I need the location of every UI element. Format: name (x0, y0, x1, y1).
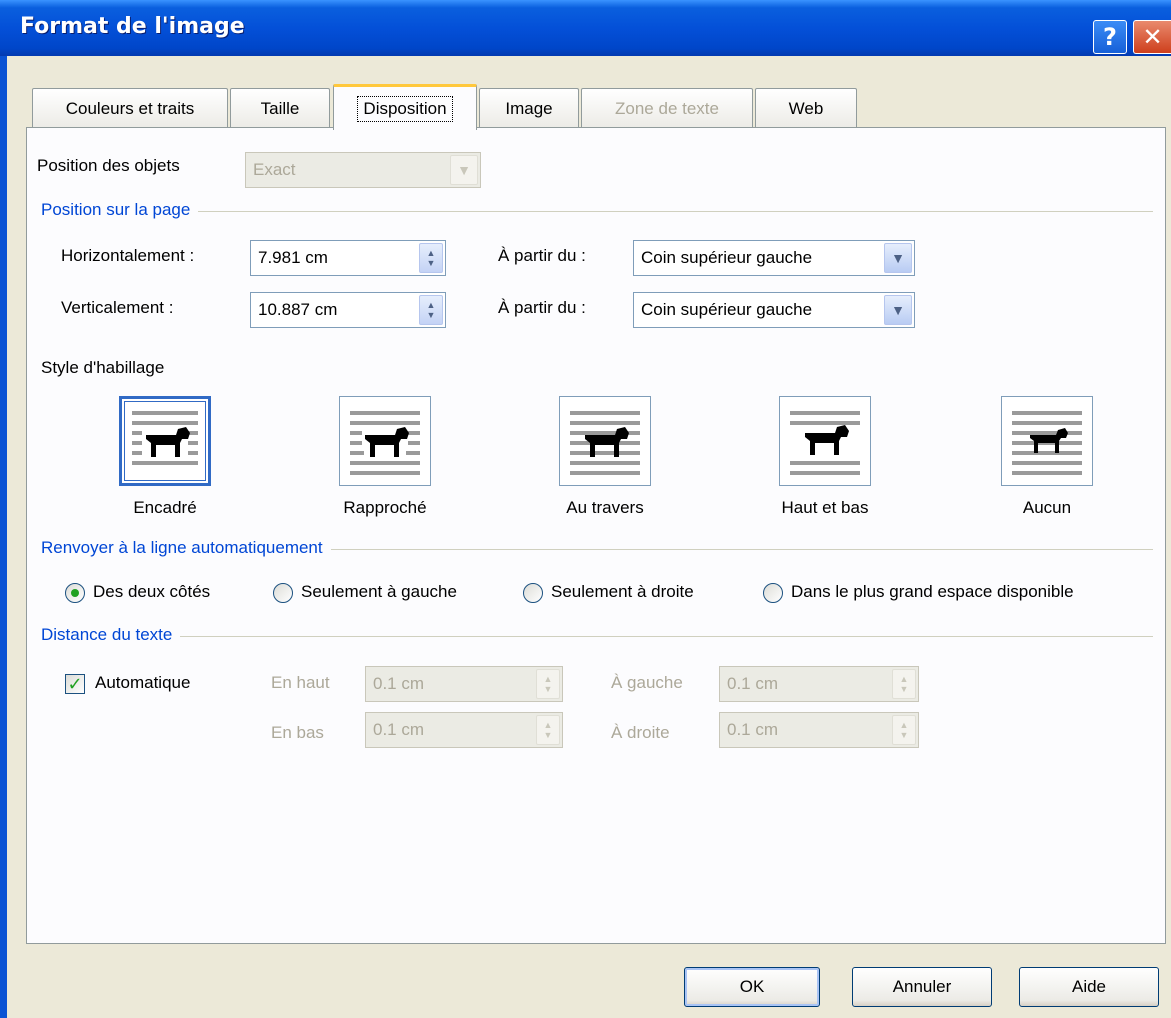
wrap-text-group-title: Renvoyer à la ligne automatiquement (41, 538, 331, 558)
tab-label: Disposition (357, 95, 453, 122)
dog-top-bottom-wrap-icon (790, 411, 860, 475)
text-distance-group-title: Distance du texte (41, 625, 181, 645)
spinner-icon: ▲ ▼ (892, 715, 916, 745)
spinner-icon[interactable]: ▲ ▼ (419, 243, 443, 273)
dialog-title: Format de l'image (20, 14, 245, 39)
vertical-position-value: 10.887 cm (258, 300, 338, 319)
wrap-option-label: Haut et bas (781, 498, 869, 517)
radio-seulement-gauche[interactable] (273, 583, 293, 603)
radio-label: Des deux côtés (93, 582, 211, 601)
horizontal-position-input[interactable]: 7.981 cm ▲ ▼ (250, 240, 446, 276)
wrap-option-label: Encadré (133, 498, 197, 517)
title-bar[interactable]: Format de l'image ? ✕ (0, 0, 1171, 56)
tab-label: Image (505, 98, 553, 118)
tab-label: Zone de texte (615, 98, 719, 118)
tab-zone-de-texte: Zone de texte (581, 88, 753, 128)
from-h-label: À partir du : (498, 246, 586, 265)
from-v-label: À partir du : (498, 298, 586, 317)
left-distance-label: À gauche (611, 673, 683, 692)
wrap-option-label: Au travers (566, 498, 644, 517)
radio-plus-grand-espace[interactable] (763, 583, 783, 603)
from-v-select[interactable]: Coin supérieur gauche ▼ (633, 292, 915, 328)
chevron-down-icon: ▼ (450, 155, 478, 185)
help-title-button[interactable]: ? (1093, 20, 1127, 54)
dog-through-wrap-icon (570, 411, 640, 475)
cancel-button[interactable]: Annuler (852, 967, 992, 1007)
cancel-label: Annuler (892, 977, 952, 996)
radio-label: Dans le plus grand espace disponible (791, 582, 1074, 601)
close-icon: ✕ (1142, 23, 1163, 51)
wrap-option-au-travers[interactable] (559, 396, 651, 486)
spinner-icon: ▲ ▼ (536, 715, 560, 745)
wrap-option-encadre[interactable] (119, 396, 211, 486)
bottom-distance-value: 0.1 cm (373, 720, 425, 739)
wrap-option-aucun[interactable] (1001, 396, 1093, 486)
help-button[interactable]: Aide (1019, 967, 1159, 1007)
vertical-label: Verticalement : (61, 298, 174, 317)
group-divider (41, 211, 1153, 212)
auto-checkbox[interactable]: ✓ (65, 674, 85, 694)
question-icon: ? (1103, 23, 1117, 51)
help-label: Aide (1071, 977, 1107, 996)
dog-in-front-icon (1012, 411, 1082, 475)
tab-image[interactable]: Image (479, 88, 579, 128)
bottom-distance-label: En bas (271, 723, 324, 742)
from-h-select[interactable]: Coin supérieur gauche ▼ (633, 240, 915, 276)
chevron-down-icon[interactable]: ▼ (884, 295, 912, 325)
chevron-down-icon[interactable]: ▼ (884, 243, 912, 273)
spinner-icon[interactable]: ▲ ▼ (419, 295, 443, 325)
ok-label: OK (739, 977, 765, 996)
vertical-position-input[interactable]: 10.887 cm ▲ ▼ (250, 292, 446, 328)
wrap-option-haut-et-bas[interactable] (779, 396, 871, 486)
right-distance-label: À droite (611, 723, 670, 742)
top-distance-value: 0.1 cm (373, 674, 425, 693)
bottom-distance-input: 0.1 cm ▲ ▼ (365, 712, 563, 748)
from-v-value: Coin supérieur gauche (641, 300, 813, 319)
wrap-option-label: Rapproché (343, 498, 427, 517)
top-distance-input: 0.1 cm ▲ ▼ (365, 666, 563, 702)
tab-label: Couleurs et traits (65, 98, 195, 118)
spinner-icon: ▲ ▼ (892, 669, 916, 699)
from-h-value: Coin supérieur gauche (641, 248, 813, 267)
auto-label: Automatique (95, 673, 191, 692)
wrap-option-label: Aucun (1022, 498, 1072, 517)
right-distance-value: 0.1 cm (727, 720, 779, 739)
horizontal-position-value: 7.981 cm (258, 248, 328, 267)
top-distance-label: En haut (271, 673, 330, 692)
tab-panel-disposition: Position des objets Exact ▼ Position sur… (26, 127, 1166, 944)
radio-label: Seulement à gauche (301, 582, 457, 601)
object-position-value: Exact (253, 160, 296, 179)
tab-label: Web (788, 98, 824, 118)
tab-taille[interactable]: Taille (230, 88, 330, 128)
wrap-style-label: Style d'habillage (41, 358, 165, 377)
tab-couleurs-et-traits[interactable]: Couleurs et traits (32, 88, 228, 128)
radio-label: Seulement à droite (551, 582, 694, 601)
dog-square-wrap-icon (132, 411, 198, 465)
object-position-label: Position des objets (37, 156, 180, 175)
window-border (0, 56, 7, 1018)
tab-web[interactable]: Web (755, 88, 857, 128)
group-divider (41, 636, 1153, 637)
page-position-group-title: Position sur la page (41, 200, 199, 220)
horizontal-label: Horizontalement : (61, 246, 195, 265)
close-title-button[interactable]: ✕ (1133, 20, 1171, 54)
spinner-icon: ▲ ▼ (536, 669, 560, 699)
left-distance-input: 0.1 cm ▲ ▼ (719, 666, 919, 702)
tab-label: Taille (260, 98, 300, 118)
radio-des-deux-cotes[interactable] (65, 583, 85, 603)
dog-tight-wrap-icon (350, 411, 420, 475)
object-position-select: Exact ▼ (245, 152, 481, 188)
left-distance-value: 0.1 cm (727, 674, 779, 693)
radio-seulement-droite[interactable] (523, 583, 543, 603)
tab-disposition[interactable]: Disposition (333, 84, 477, 130)
right-distance-input: 0.1 cm ▲ ▼ (719, 712, 919, 748)
wrap-option-rapproche[interactable] (339, 396, 431, 486)
ok-button[interactable]: OK (684, 967, 820, 1007)
